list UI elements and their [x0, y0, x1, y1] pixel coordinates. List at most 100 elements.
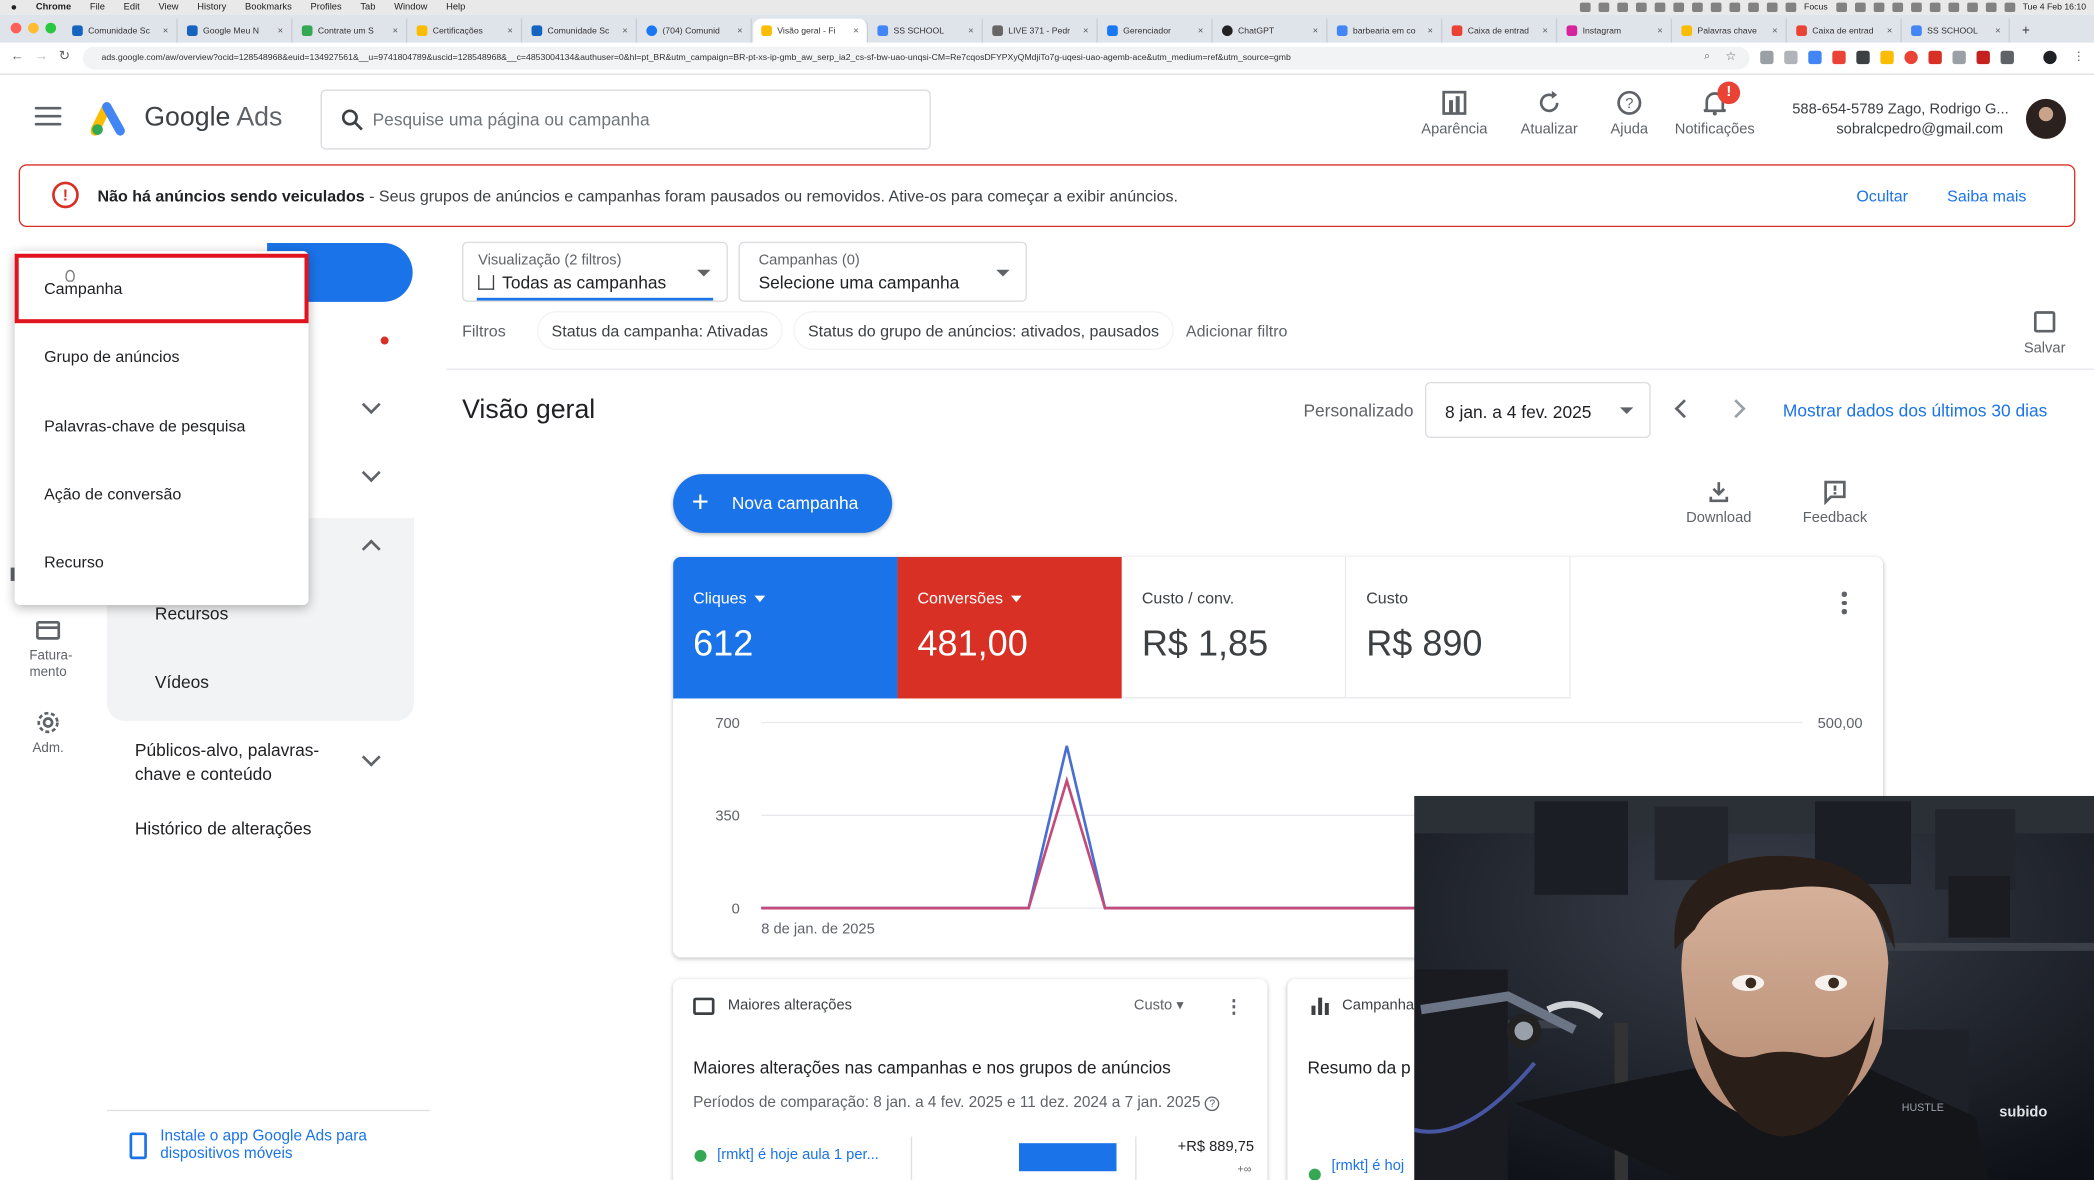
help-icon[interactable]: ?	[1204, 1096, 1220, 1112]
status-icon[interactable]	[1747, 2, 1759, 13]
browser-tab[interactable]: SS SCHOOL ×	[1903, 18, 2010, 43]
save-button[interactable]: Salvar	[2011, 311, 2078, 357]
menu-item-conversion-action[interactable]: Ação de conversão	[44, 485, 181, 504]
browser-tab[interactable]: Palavras chave ×	[1673, 18, 1787, 43]
rail-billing[interactable]: Fatura- mento	[29, 617, 72, 681]
view-selector[interactable]: Visualização (2 filtros) Todas as campan…	[462, 241, 728, 302]
close-tab-icon[interactable]: ×	[1428, 26, 1433, 35]
extension-icon[interactable]	[2000, 50, 2014, 65]
notifications-button[interactable]: Notificações	[1667, 88, 1763, 138]
extension-icon[interactable]	[1928, 50, 1942, 65]
feedback-button[interactable]: Feedback	[1795, 478, 1875, 526]
status-icon[interactable]	[1929, 2, 1940, 13]
status-icon[interactable]	[1891, 2, 1903, 13]
metric-tile-conversions[interactable]: Conversões 481,00	[897, 556, 1122, 699]
menu-profiles[interactable]: Profiles	[310, 3, 341, 12]
extension-icon[interactable]	[1760, 50, 1774, 65]
browser-tab[interactable]: Contrate um S ×	[294, 18, 408, 43]
chevron-down-icon[interactable]	[361, 463, 381, 483]
extension-icon[interactable]	[1904, 50, 1918, 65]
menu-item-asset[interactable]: Recurso	[44, 553, 104, 572]
close-tab-icon[interactable]: ×	[1887, 26, 1892, 35]
avatar[interactable]	[2025, 98, 2067, 139]
status-icon[interactable]	[1617, 2, 1628, 13]
close-tab-icon[interactable]: ×	[968, 26, 973, 35]
forward-icon[interactable]: →	[35, 49, 48, 64]
appearance-button[interactable]: Aparência	[1408, 88, 1501, 138]
profile-icon[interactable]	[2043, 50, 2057, 65]
campaign-link[interactable]: [rmkt] é hoj	[1331, 1158, 1404, 1174]
learn-more-link[interactable]: Saiba mais	[1947, 187, 2026, 206]
sidebar-item-videos[interactable]: Vídeos	[155, 672, 209, 692]
browser-tab[interactable]: (704) Comunid ×	[638, 18, 752, 43]
status-icon[interactable]	[1654, 2, 1666, 13]
zoom-icon[interactable]: ⌕	[1704, 49, 1710, 62]
menu-window[interactable]: Window	[394, 3, 427, 12]
account-id[interactable]: 588-654-5789 Zago, Rodrigo G...	[1792, 101, 2008, 117]
extension-icon[interactable]	[1856, 50, 1870, 65]
help-button[interactable]: ? Ajuda	[1583, 88, 1676, 138]
extension-icon[interactable]	[1832, 50, 1846, 65]
new-tab-button[interactable]: +	[2014, 19, 2038, 43]
sidebar-item-change-history[interactable]: Histórico de alterações	[135, 819, 312, 839]
extension-icon[interactable]	[1784, 50, 1798, 65]
close-tab-icon[interactable]: ×	[1995, 26, 2000, 35]
status-icon[interactable]	[1966, 2, 1978, 13]
more-options-icon[interactable]: ⋮	[1225, 995, 1244, 1018]
close-tab-icon[interactable]: ×	[1657, 26, 1662, 35]
menu-help[interactable]: Help	[446, 3, 465, 12]
metric-tile-cost[interactable]: Custo R$ 890	[1346, 556, 1571, 699]
menu-edit[interactable]: Edit	[124, 3, 140, 12]
next-period-icon[interactable]	[1726, 399, 1746, 419]
browser-tab-active[interactable]: Visão geral - Fi ×	[753, 18, 869, 43]
close-tab-icon[interactable]: ×	[393, 26, 398, 35]
back-icon[interactable]: ←	[11, 49, 24, 64]
filter-chip-adgroup-status[interactable]: Status do grupo de anúncios: ativados, p…	[793, 311, 1174, 350]
close-tab-icon[interactable]: ×	[1542, 26, 1547, 35]
browser-tab[interactable]: barbearia em co ×	[1329, 18, 1443, 43]
status-icon[interactable]	[1691, 2, 1703, 13]
apple-icon[interactable]: ●	[11, 1, 17, 13]
extension-icon[interactable]	[1808, 50, 1822, 65]
reload-icon[interactable]: ↻	[59, 49, 70, 64]
menu-tab[interactable]: Tab	[360, 3, 375, 12]
bookmark-star-icon[interactable]: ☆	[1725, 49, 1736, 64]
status-icon[interactable]	[1835, 2, 1847, 13]
extension-icon[interactable]	[1952, 50, 1966, 65]
browser-tab[interactable]: Certificações ×	[409, 18, 523, 43]
chevron-down-icon[interactable]	[361, 747, 381, 767]
sidebar-item-audiences[interactable]: Públicos-alvo, palavras- chave e conteúd…	[135, 739, 319, 787]
browser-tab[interactable]: Caixa de entrad ×	[1788, 18, 1902, 43]
close-tab-icon[interactable]: ×	[737, 26, 742, 35]
status-icon[interactable]	[1873, 2, 1884, 13]
status-icon[interactable]	[1947, 2, 1959, 13]
previous-period-icon[interactable]	[1674, 399, 1694, 419]
status-icon[interactable]	[1710, 2, 1722, 13]
menu-chrome[interactable]: Chrome	[36, 3, 71, 12]
sidebar-item-recursos[interactable]: Recursos	[155, 604, 228, 624]
show-last-30-days-link[interactable]: Mostrar dados dos últimos 30 dias	[1783, 401, 2047, 421]
more-options-icon[interactable]	[1841, 591, 1847, 618]
close-tab-icon[interactable]: ×	[1772, 26, 1777, 35]
campaign-selector[interactable]: Campanhas (0) Selecione uma campanha	[738, 241, 1027, 302]
maximize-window-icon[interactable]	[45, 22, 57, 34]
browser-tab[interactable]: Gerenciador ×	[1099, 18, 1213, 43]
close-tab-icon[interactable]: ×	[278, 26, 283, 35]
close-tab-icon[interactable]: ×	[622, 26, 627, 35]
menu-item-campaign[interactable]: Campanha	[44, 279, 122, 298]
browser-tab[interactable]: Comunidade Sc ×	[64, 18, 178, 43]
status-icon[interactable]	[1729, 2, 1740, 13]
minimize-window-icon[interactable]	[28, 22, 39, 34]
browser-tab[interactable]: Caixa de entrad ×	[1444, 18, 1558, 43]
menu-bookmarks[interactable]: Bookmarks	[245, 3, 292, 12]
campaign-link[interactable]: [rmkt] é hoje aula 1 per...	[717, 1147, 879, 1163]
chevron-down-icon[interactable]	[361, 395, 381, 415]
browser-menu-icon[interactable]: ⋮	[2073, 49, 2085, 64]
status-icon[interactable]	[1673, 2, 1684, 13]
main-menu-icon[interactable]	[34, 106, 62, 128]
status-icon[interactable]	[1598, 2, 1610, 13]
rail-admin[interactable]: Adm.	[29, 709, 66, 757]
close-tab-icon[interactable]: ×	[1198, 26, 1203, 35]
status-icon[interactable]	[1854, 2, 1866, 13]
close-window-icon[interactable]	[10, 22, 22, 34]
